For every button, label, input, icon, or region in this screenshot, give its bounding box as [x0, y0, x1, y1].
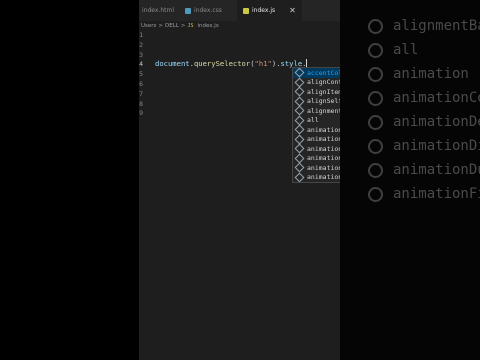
backdrop-row: animationComposition	[340, 86, 480, 110]
property-icon	[294, 143, 305, 154]
backdrop-row: animationDelay	[340, 110, 480, 134]
backdrop-label: animationDirection	[393, 138, 480, 154]
tab-bar: index.html index.css index.js ✕	[139, 0, 340, 21]
tab-index-css[interactable]: index.css	[185, 0, 222, 21]
breadcrumb-item[interactable]: Users	[141, 23, 156, 29]
backdrop-label: animationDelay	[393, 114, 480, 130]
property-icon	[368, 114, 383, 130]
code-line[interactable]: document.querySelector("h1").style.	[155, 59, 308, 68]
backdrop-row: all	[340, 38, 480, 62]
code-token-string: "h1"	[254, 59, 272, 68]
backdrop-row: animation	[340, 62, 480, 86]
line-number: 6	[139, 79, 143, 88]
suggestion-item[interactable]: animationComposition	[293, 134, 345, 145]
close-icon[interactable]: ✕	[289, 6, 296, 15]
backdrop-row: animationFillMode	[340, 182, 480, 206]
backdrop-row: animationDirection	[340, 134, 480, 158]
suggestion-item[interactable]: animationFillMode	[293, 172, 345, 182]
property-icon	[294, 124, 305, 135]
suggestion-item[interactable]: alignItems	[293, 86, 345, 97]
property-icon	[368, 66, 383, 82]
property-icon	[368, 90, 383, 106]
backdrop-label: animationDuration	[393, 162, 480, 178]
js-file-icon	[243, 7, 249, 14]
suggestion-item[interactable]: all	[293, 115, 345, 126]
line-number: 8	[139, 99, 143, 108]
suggestion-item[interactable]: animationDirection	[293, 153, 345, 164]
line-number-gutter: 1 2 3 4 5 6 7 8 9	[139, 31, 143, 119]
backdrop-label: alignmentBaseline	[393, 18, 480, 34]
property-icon	[294, 181, 305, 182]
code-token-object: document	[155, 59, 190, 68]
suggestion-item[interactable]: alignSelf	[293, 96, 345, 107]
line-number: 4	[139, 60, 143, 69]
backdrop-label: all	[393, 42, 419, 58]
line-number: 5	[139, 70, 143, 79]
backdrop-label: animation	[393, 66, 469, 82]
tab-label: index.css	[194, 7, 222, 14]
property-icon	[368, 138, 383, 154]
property-icon	[294, 105, 305, 116]
text-cursor	[306, 59, 308, 67]
property-icon	[294, 86, 305, 97]
tab-label: index.js	[252, 7, 276, 14]
property-icon	[368, 186, 383, 202]
backdrop-label: animationFillMode	[393, 186, 480, 202]
tab-index-js[interactable]: index.js ✕	[237, 0, 302, 21]
property-icon	[368, 42, 383, 58]
property-icon	[368, 18, 383, 34]
js-file-icon: JS	[187, 23, 194, 29]
suggestion-label: animation	[307, 125, 343, 134]
suggestion-label: all	[307, 116, 319, 125]
backdrop-row: alignmentBaseline	[340, 14, 480, 38]
css-file-icon	[185, 7, 191, 14]
suggestion-item[interactable]: alignContent	[293, 77, 345, 88]
autocomplete-suggestions: accentColor alignContent alignItems alig…	[292, 67, 346, 183]
breadcrumb: Users > DELL > JS index.js	[139, 21, 340, 31]
chevron-right-icon: >	[180, 23, 186, 29]
suggestion-item[interactable]: animationDuration	[293, 162, 345, 173]
line-number: 7	[139, 89, 143, 98]
suggestion-item[interactable]: accentColor	[293, 68, 345, 78]
code-token-method: querySelector	[193, 59, 251, 68]
backdrop-row	[340, 0, 480, 14]
suggestion-item[interactable]: animationIterationCount	[294, 181, 305, 182]
suggestion-item[interactable]: animationDelay	[293, 143, 345, 154]
suggestion-item[interactable]: alignmentBaseline	[293, 105, 345, 116]
breadcrumb-item[interactable]: index.js	[198, 23, 219, 29]
suggestion-item[interactable]: animation	[293, 124, 345, 135]
line-number: 3	[139, 50, 143, 59]
tab-label: index.html	[142, 7, 174, 14]
backdrop-label: animationComposition	[393, 90, 480, 106]
zoomed-suggestions-backdrop: alignmentBaseline all animation animatio…	[340, 0, 480, 360]
property-icon	[294, 162, 305, 173]
property-icon	[368, 162, 383, 178]
suggestion-label: alignSelf	[307, 97, 343, 106]
breadcrumb-item[interactable]: DELL	[165, 23, 179, 29]
chevron-right-icon: >	[158, 23, 164, 29]
backdrop-row: animationDuration	[340, 158, 480, 182]
tab-index-html[interactable]: index.html	[139, 0, 174, 21]
property-icon	[294, 68, 305, 78]
line-number: 9	[139, 109, 143, 118]
line-number: 1	[139, 31, 143, 39]
line-number: 2	[139, 40, 143, 49]
